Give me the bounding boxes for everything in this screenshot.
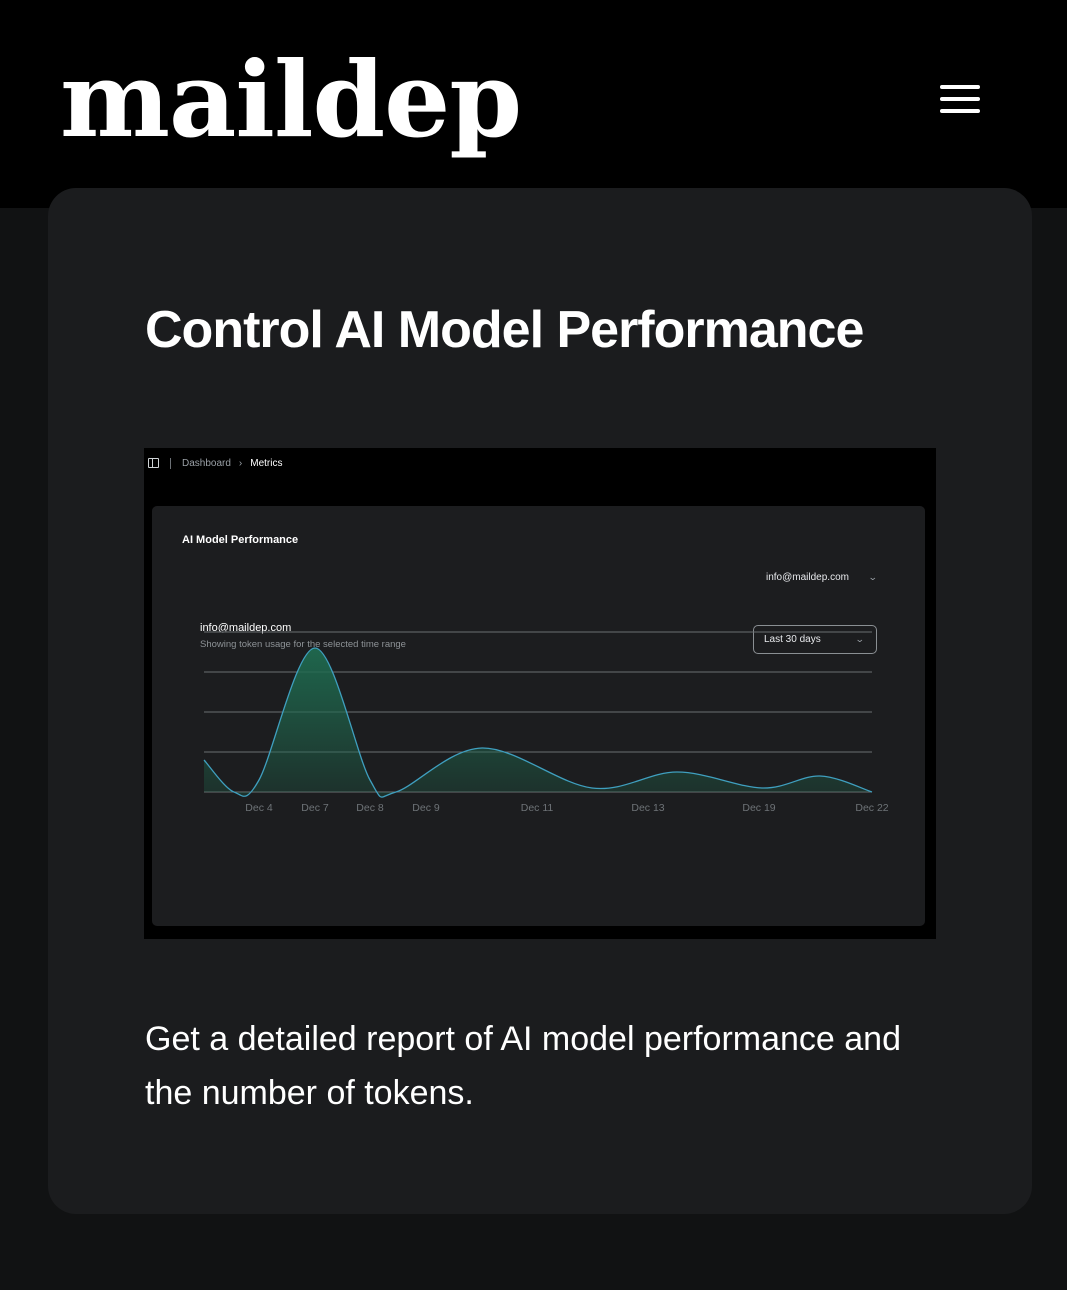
sidebar-toggle-icon (148, 458, 159, 468)
x-tick-label: Dec 7 (301, 802, 329, 814)
feature-card: Control AI Model Performance Dashboard ›… (48, 188, 1032, 1214)
feature-title: Control AI Model Performance (145, 301, 864, 359)
feature-description: Get a detailed report of AI model perfor… (145, 1020, 902, 1112)
breadcrumb-divider (170, 457, 171, 469)
metrics-panel: AI Model Performance info@maildep.com ⌄ … (152, 506, 925, 926)
dashboard-screenshot: Dashboard › Metrics AI Model Performance… (144, 448, 936, 939)
menu-bar (940, 85, 980, 89)
hamburger-menu-icon[interactable] (934, 80, 986, 120)
maildep-logo[interactable]: maildep (60, 40, 522, 160)
menu-bar (940, 97, 980, 101)
chevron-right-icon: › (238, 457, 243, 469)
x-tick-label: Dec 11 (521, 802, 554, 814)
x-tick-label: Dec 13 (631, 802, 664, 814)
token-usage-area (204, 648, 872, 798)
breadcrumb: Dashboard › Metrics (148, 456, 283, 470)
site-header: maildep (0, 0, 1067, 208)
breadcrumb-metrics: Metrics (250, 457, 283, 469)
breadcrumb-dashboard: Dashboard (182, 457, 231, 469)
x-tick-label: Dec 4 (245, 802, 273, 814)
x-tick-label: Dec 9 (412, 802, 440, 814)
token-usage-chart: Dec 4 Dec 7 Dec 8 Dec 9 Dec 11 Dec 13 Dec 19 De… (203, 631, 889, 814)
x-tick-label: Dec 22 (855, 802, 888, 814)
x-tick-label: Dec 8 (356, 802, 384, 814)
menu-bar (940, 109, 980, 113)
x-tick-label: Dec 19 (742, 802, 775, 814)
